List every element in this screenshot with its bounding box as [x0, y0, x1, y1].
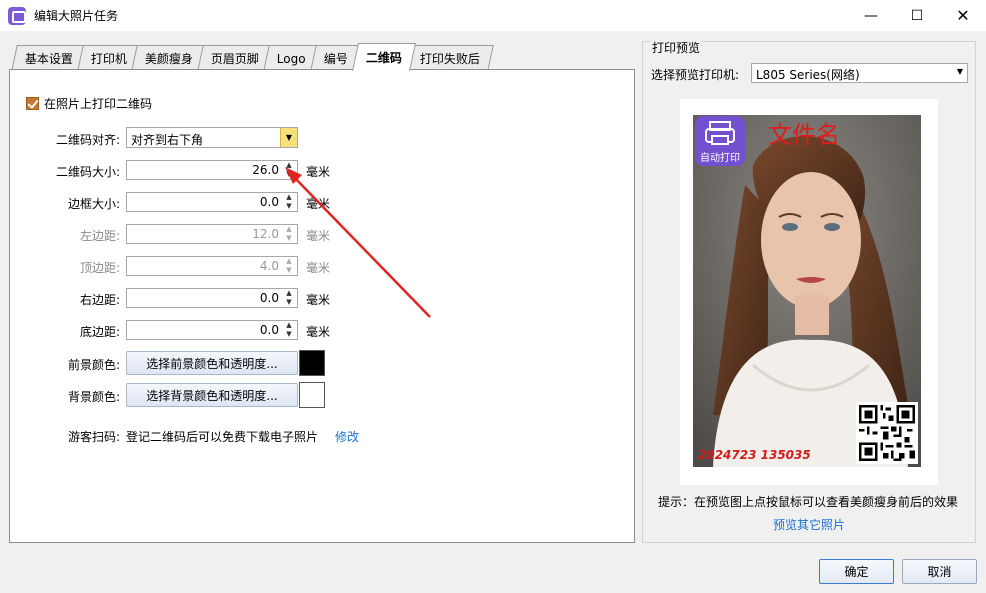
size-stepper[interactable]: 26.0 ▲▼: [126, 160, 298, 180]
chevron-down-icon[interactable]: ▼: [280, 128, 297, 147]
top-margin-stepper: 4.0 ▲ ▼: [126, 256, 298, 276]
choose-fg-color-button[interactable]: 选择前景颜色和透明度...: [126, 351, 298, 375]
photo-id-text: 2024723 135035: [698, 448, 811, 462]
preview-printer-select[interactable]: L805 Series(网络) ▼: [751, 63, 968, 83]
dialog-body: 基本设置 打印机 美颜瘦身 页眉页脚 Logo 编号 二维码 打印失败后 在照片…: [0, 31, 986, 593]
left-margin-label: 左边距:: [79, 229, 120, 243]
maximize-button[interactable]: ☐: [894, 0, 940, 31]
tab-qrcode[interactable]: 二维码: [351, 43, 416, 71]
tab-strip: 基本设置 打印机 美颜瘦身 页眉页脚 Logo 编号 二维码 打印失败后: [11, 43, 494, 71]
stepper-arrows-icon[interactable]: ▲▼: [283, 321, 295, 339]
window-title: 编辑大照片任务: [34, 9, 119, 23]
qrcode-icon: [859, 405, 915, 461]
print-preview-title: 打印预览: [650, 39, 703, 56]
ok-button[interactable]: 确定: [819, 559, 894, 584]
border-label: 边框大小:: [67, 197, 120, 211]
photo-name-text: 文件名: [768, 121, 840, 149]
visitor-edit-link[interactable]: 修改: [335, 428, 359, 445]
printer-icon: [705, 121, 735, 145]
checkbox-checked-icon[interactable]: [26, 97, 39, 110]
tab-basic[interactable]: 基本设置: [11, 45, 87, 71]
size-label: 二维码大小:: [55, 165, 120, 179]
align-select[interactable]: 对齐到右下角 ▼: [126, 127, 298, 148]
bottom-margin-unit: 毫米: [306, 325, 331, 339]
right-margin-label: 右边距:: [79, 293, 120, 307]
bottom-margin-stepper[interactable]: 0.0 ▲ ▼: [126, 320, 298, 340]
left-margin-stepper: 12.0 ▲ ▼: [126, 224, 298, 244]
bg-color-label: 背景颜色:: [67, 390, 120, 404]
top-margin-label: 顶边距:: [79, 261, 120, 275]
bg-color-swatch[interactable]: [299, 382, 325, 408]
choose-bg-color-button[interactable]: 选择背景颜色和透明度...: [126, 383, 298, 407]
bottom-margin-label: 底边距:: [79, 325, 120, 339]
fg-color-swatch[interactable]: [299, 350, 325, 376]
preview-more-link[interactable]: 预览其它照片: [773, 516, 845, 533]
close-button[interactable]: ✕: [940, 0, 986, 31]
title-bar: 编辑大照片任务 — ☐ ✕: [0, 0, 986, 31]
annotation-arrow-icon: [285, 167, 431, 318]
visitor-scan-label: 游客扫码:: [67, 430, 120, 444]
app-icon: [8, 6, 26, 25]
right-margin-stepper[interactable]: 0.0 ▲ ▼: [126, 288, 298, 308]
fg-color-label: 前景颜色:: [67, 358, 120, 372]
badge-label: 自动打印: [700, 153, 740, 164]
minimize-button[interactable]: —: [848, 0, 894, 31]
auto-print-badge: 自动打印: [695, 116, 745, 166]
qrcode-image: [856, 402, 918, 464]
chevron-down-icon[interactable]: ▼: [957, 67, 963, 76]
align-label: 二维码对齐:: [55, 133, 120, 147]
border-stepper[interactable]: 0.0 ▲ ▼: [126, 192, 298, 212]
print-qrcode-checkbox[interactable]: 在照片上打印二维码: [26, 95, 152, 112]
visitor-scan-text: 登记二维码后可以免费下载电子照片: [126, 430, 319, 444]
preview-printer-label: 选择预览打印机:: [651, 68, 740, 82]
tab-header-footer[interactable]: 页眉页脚: [197, 45, 273, 71]
tab-beauty[interactable]: 美颜瘦身: [131, 45, 207, 71]
preview-hint: 提示：在预览图上点按鼠标可以查看美颜瘦身前后的效果: [658, 495, 959, 509]
cancel-button[interactable]: 取消: [902, 559, 977, 584]
tab-print-failure[interactable]: 打印失败后: [406, 45, 494, 71]
